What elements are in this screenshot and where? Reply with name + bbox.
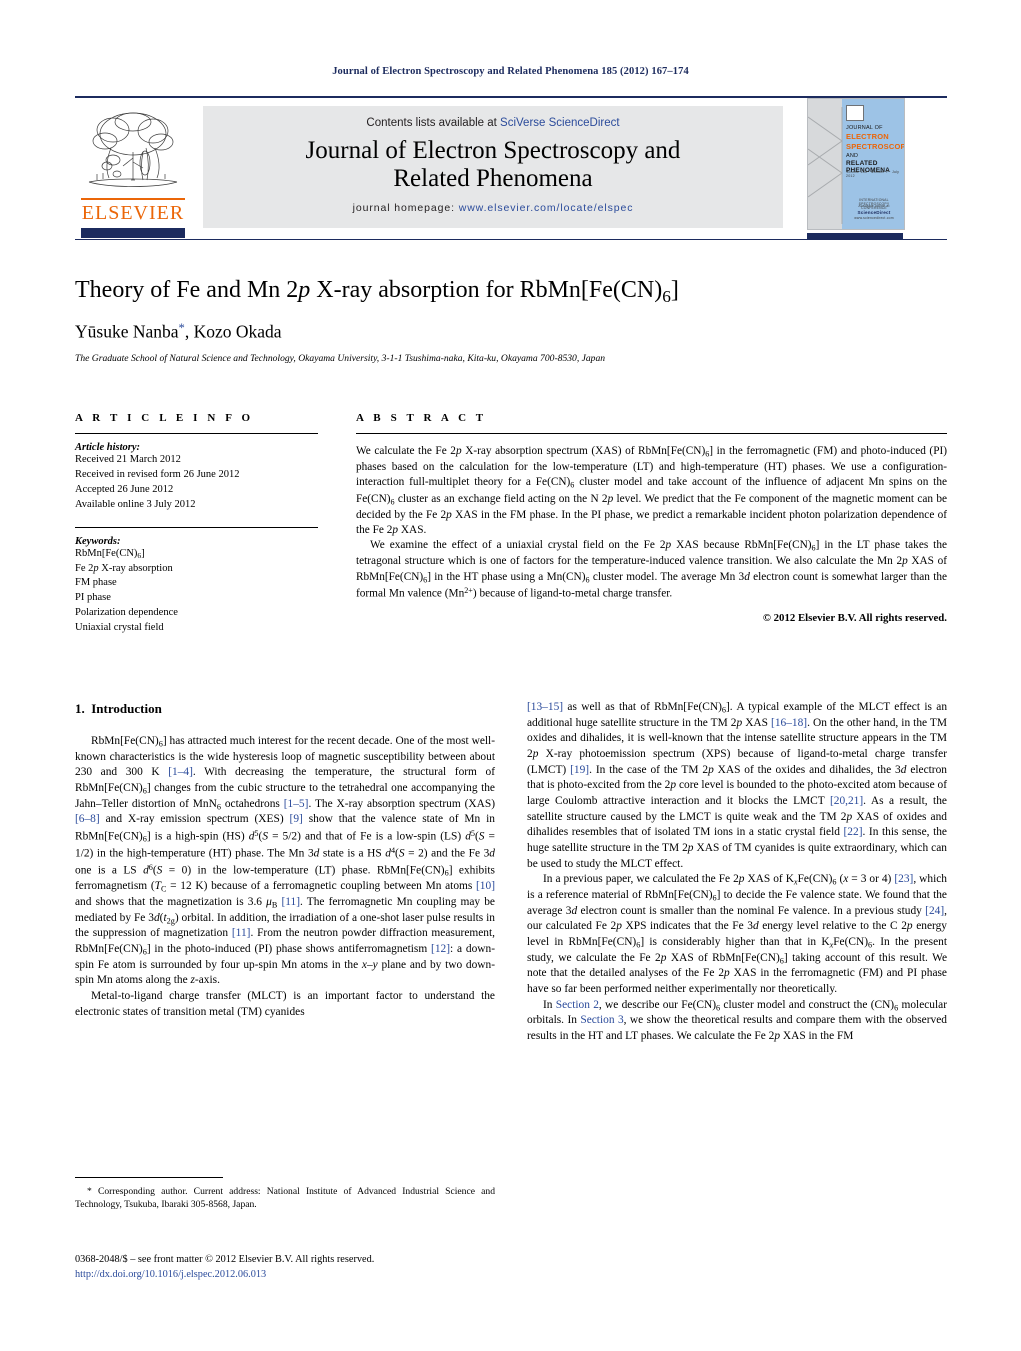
cover-line-4: AND bbox=[846, 153, 859, 159]
title-block: Theory of Fe and Mn 2p X-ray absorption … bbox=[75, 276, 947, 364]
journal-title-line-2: Related Phenomena bbox=[393, 165, 593, 192]
body-paragraph: Metal-to-ligand charge transfer (MLCT) i… bbox=[75, 989, 495, 1018]
title-subscript: 6 bbox=[662, 286, 671, 306]
page-footer: 0368-2048/$ – see front matter © 2012 El… bbox=[75, 1253, 575, 1283]
history-item: Accepted 26 June 2012 bbox=[75, 483, 174, 495]
keyword-item: PI phase bbox=[75, 592, 111, 604]
elsevier-rule-top bbox=[81, 198, 185, 200]
keyword-item: Fe 2p X-ray absorption bbox=[75, 562, 173, 574]
citation-link[interactable]: [11] bbox=[281, 896, 300, 908]
citation-link[interactable]: [24] bbox=[925, 905, 944, 917]
journal-homepage-line: journal homepage: www.elsevier.com/locat… bbox=[203, 202, 783, 214]
doi-link[interactable]: http://dx.doi.org/10.1016/j.elspec.2012.… bbox=[75, 1268, 575, 1283]
body-column-left: 1. Introduction RbMn[Fe(CN)6] has attrac… bbox=[75, 700, 495, 1020]
abstract-paragraph-1: We calculate the Fe 2p X-ray absorption … bbox=[356, 445, 948, 536]
article-info-rule bbox=[75, 433, 318, 434]
title-italic-p: p bbox=[298, 277, 311, 303]
corresponding-author-footnote: * Corresponding author. Current address:… bbox=[75, 1177, 495, 1212]
journal-masthead: ELSEVIER Contents lists available at Sci… bbox=[75, 96, 947, 241]
keywords-rule bbox=[75, 526, 318, 528]
citation-link[interactable]: [23] bbox=[894, 873, 913, 885]
cover-footer-3: ScienceDirect bbox=[857, 210, 891, 215]
cover-line-1: JOURNAL OF bbox=[846, 125, 883, 131]
citation-link[interactable]: [1–5] bbox=[284, 798, 309, 810]
author-name-2[interactable]: Kozo Okada bbox=[194, 321, 282, 341]
journal-homepage-link[interactable]: www.elsevier.com/locate/elspec bbox=[459, 202, 634, 214]
section-link[interactable]: Section 2 bbox=[556, 999, 599, 1011]
body-paragraph: In Section 2, we describe our Fe(CN)6 cl… bbox=[527, 998, 948, 1043]
elsevier-rule-bottom bbox=[81, 228, 185, 238]
citation-link[interactable]: [16–18] bbox=[771, 717, 807, 729]
cover-badge-icon bbox=[846, 105, 864, 121]
keyword-item: FM phase bbox=[75, 577, 117, 589]
title-part-2: X-ray absorption for RbMn[Fe(CN) bbox=[310, 277, 663, 303]
cover-line-2: ELECTRON bbox=[846, 132, 889, 141]
section-link[interactable]: Section 3 bbox=[580, 1014, 623, 1026]
homepage-prefix: journal homepage: bbox=[352, 202, 459, 214]
abstract-paragraph-2: We examine the effect of a uniaxial crys… bbox=[356, 539, 947, 600]
elsevier-logo: ELSEVIER bbox=[77, 106, 189, 238]
history-item: Available online 3 July 2012 bbox=[75, 498, 196, 510]
citation-link[interactable]: [19] bbox=[570, 764, 589, 776]
citation-link[interactable]: [1–4] bbox=[168, 766, 193, 778]
journal-banner: Contents lists available at SciVerse Sci… bbox=[203, 106, 783, 228]
author-separator: , bbox=[184, 320, 194, 341]
article-info-section: A R T I C L E I N F O Article history: R… bbox=[75, 412, 318, 636]
cover-line-3: SPECTROSCOPY bbox=[846, 142, 905, 151]
citation-link[interactable]: [13–15] bbox=[527, 701, 563, 713]
keywords-label: Keywords: bbox=[75, 535, 121, 547]
footnote-rule bbox=[75, 1177, 223, 1178]
section-title: Introduction bbox=[91, 701, 162, 716]
citation-link[interactable]: [10] bbox=[476, 880, 495, 892]
journal-title-line-1: Journal of Electron Spectroscopy and bbox=[305, 137, 681, 164]
history-item: Received in revised form 26 June 2012 bbox=[75, 468, 240, 480]
title-part-1: Theory of Fe and Mn 2 bbox=[75, 277, 299, 303]
masthead-bottom-rule bbox=[75, 239, 947, 240]
citation-link[interactable]: [11] bbox=[232, 927, 251, 939]
cover-line-6: Volume 185 · Number 7 · July 2012 bbox=[846, 170, 900, 179]
footnote-text: * Corresponding author. Current address:… bbox=[75, 1186, 495, 1211]
citation-link[interactable]: [20,21] bbox=[830, 795, 863, 807]
body-column-right: [13–15] as well as that of RbMn[Fe(CN)6]… bbox=[527, 700, 947, 1045]
keyword-item: Polarization dependence bbox=[75, 607, 178, 619]
section-number: 1. bbox=[75, 701, 85, 716]
affiliation: The Graduate School of Natural Science a… bbox=[75, 352, 606, 364]
abstract-heading: A B S T R A C T bbox=[356, 412, 487, 424]
cover-footer-4: www.sciencedirect.com bbox=[854, 216, 894, 220]
keyword-item: Uniaxial crystal field bbox=[75, 622, 164, 634]
author-list: Yūsuke Nanba*, Kozo Okada bbox=[75, 321, 947, 342]
page-title: Theory of Fe and Mn 2p X-ray absorption … bbox=[75, 276, 947, 308]
sciencedirect-link[interactable]: SciVerse ScienceDirect bbox=[500, 117, 620, 129]
journal-title: Journal of Electron Spectroscopy and Rel… bbox=[203, 137, 783, 193]
article-info-heading: A R T I C L E I N F O bbox=[75, 412, 254, 424]
elsevier-tree-icon bbox=[83, 108, 183, 196]
paper-page: Journal of Electron Spectroscopy and Rel… bbox=[0, 0, 1021, 1351]
running-head: Journal of Electron Spectroscopy and Rel… bbox=[332, 66, 689, 77]
cover-footer-2: Available online at bbox=[858, 204, 890, 208]
section-heading-introduction: 1. Introduction bbox=[75, 700, 495, 718]
journal-cover-thumbnail: JOURNAL OF ELECTRON SPECTROSCOPY AND REL… bbox=[797, 96, 917, 246]
elsevier-wordmark: ELSEVIER bbox=[81, 202, 185, 224]
body-paragraph: [13–15] as well as that of RbMn[Fe(CN)6]… bbox=[527, 701, 948, 870]
abstract-rule bbox=[356, 433, 947, 434]
body-paragraph: RbMn[Fe(CN)6] has attracted much interes… bbox=[75, 734, 495, 987]
abstract-body: We calculate the Fe 2p X-ray absorption … bbox=[356, 444, 947, 601]
author-name-1[interactable]: Yūsuke Nanba bbox=[75, 321, 179, 341]
keyword-item: RbMn[Fe(CN)6] bbox=[75, 547, 145, 560]
history-item: Received 21 March 2012 bbox=[75, 454, 181, 465]
body-paragraph: In a previous paper, we calculated the F… bbox=[527, 873, 948, 996]
abstract-copyright: © 2012 Elsevier B.V. All rights reserved… bbox=[762, 612, 947, 625]
cover-artwork: JOURNAL OF ELECTRON SPECTROSCOPY AND REL… bbox=[807, 98, 905, 230]
contents-prefix: Contents lists available at bbox=[366, 117, 501, 129]
citation-link[interactable]: [9] bbox=[290, 813, 303, 825]
title-part-3: ] bbox=[670, 277, 679, 303]
citation-link[interactable]: [6–8] bbox=[75, 813, 100, 825]
abstract-section: A B S T R A C T We calculate the Fe 2p X… bbox=[356, 412, 947, 624]
citation-link[interactable]: [22] bbox=[844, 826, 863, 838]
article-history-label: Article history: bbox=[75, 442, 141, 453]
citation-link[interactable]: [12] bbox=[431, 943, 450, 955]
issn-copyright-line: 0368-2048/$ – see front matter © 2012 El… bbox=[75, 1254, 375, 1265]
contents-available-line: Contents lists available at SciVerse Sci… bbox=[203, 117, 783, 129]
